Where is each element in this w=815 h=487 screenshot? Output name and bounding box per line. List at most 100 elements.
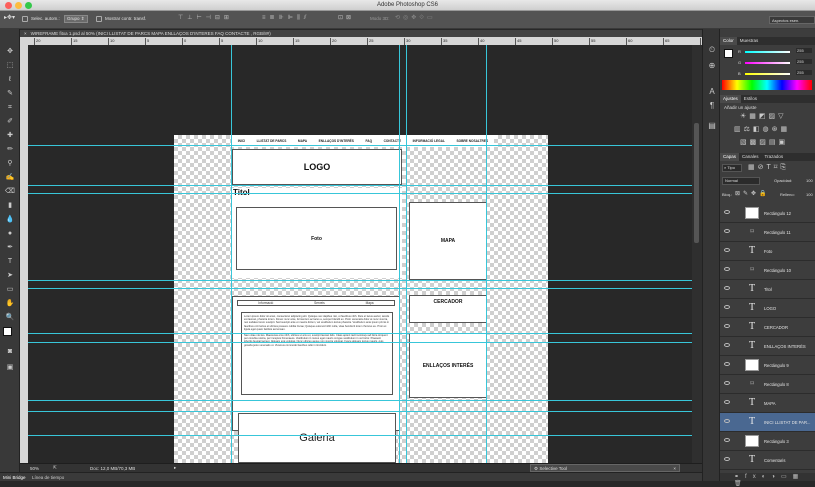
- status-menu-arrow-icon[interactable]: ▸: [174, 465, 176, 471]
- healing-brush-tool-icon[interactable]: ✚: [4, 131, 16, 140]
- dodge-tool-icon[interactable]: ●: [4, 229, 16, 238]
- foreground-color-swatch[interactable]: [3, 327, 12, 336]
- layer-row[interactable]: Rectángulo 3: [720, 432, 815, 451]
- canvas-area[interactable]: INICI LLISTAT DE PARCS MAPA ENLLAÇOS D'INTE…: [28, 45, 692, 463]
- adjustment-icons-row-3[interactable]: ▧▩▨▤▣: [740, 138, 788, 146]
- tab-adjustments[interactable]: Ajustes: [720, 95, 741, 103]
- brush-tool-icon[interactable]: ✏: [4, 145, 16, 154]
- history-panel-icon[interactable]: ⏲: [706, 45, 718, 54]
- color-g-value[interactable]: 255: [796, 59, 812, 64]
- hand-tool-icon[interactable]: ✋: [4, 299, 16, 308]
- layer-visibility-eye-icon[interactable]: [724, 286, 730, 290]
- color-foreground-swatch[interactable]: [724, 49, 733, 58]
- tab-paths[interactable]: Trazados: [762, 153, 787, 161]
- layer-name[interactable]: MAPA: [764, 401, 776, 406]
- layer-row[interactable]: T MAPA: [720, 394, 815, 413]
- type-tool-icon[interactable]: T: [4, 257, 16, 266]
- blend-mode-dropdown[interactable]: Normal: [722, 177, 760, 185]
- layer-row[interactable]: Rectángulo 12: [720, 204, 815, 223]
- guide-horizontal[interactable]: [28, 342, 692, 343]
- crop-tool-icon[interactable]: ⌗: [4, 103, 16, 112]
- gradient-tool-icon[interactable]: ▮: [4, 201, 16, 210]
- guide-horizontal[interactable]: [28, 400, 692, 401]
- eraser-tool-icon[interactable]: ⌫: [4, 187, 16, 196]
- guide-horizontal[interactable]: [28, 435, 692, 436]
- guide-horizontal[interactable]: [28, 280, 692, 281]
- color-r-slider[interactable]: [745, 51, 790, 53]
- layer-row[interactable]: T LOGO: [720, 299, 815, 318]
- adjustment-icons-row-2[interactable]: ▥⚖◧◍⊛▦: [734, 125, 790, 133]
- layer-visibility-eye-icon[interactable]: [724, 267, 730, 271]
- guide-horizontal[interactable]: [28, 288, 692, 289]
- actions-panel-icon[interactable]: ⊕: [706, 61, 718, 70]
- layer-name[interactable]: CERCADOR: [764, 325, 788, 330]
- layer-name[interactable]: Rectángulo 11: [764, 230, 791, 235]
- guide-horizontal[interactable]: [28, 411, 692, 412]
- layer-visibility-eye-icon[interactable]: [724, 210, 730, 214]
- scroll-thumb[interactable]: [694, 123, 699, 243]
- guide-horizontal[interactable]: [28, 333, 692, 334]
- move-tool-preset-icon[interactable]: ▸✥▾: [4, 14, 15, 21]
- layer-name[interactable]: LOGO: [764, 306, 776, 311]
- layer-name[interactable]: Foto: [764, 249, 772, 254]
- layer-visibility-eye-icon[interactable]: [724, 400, 730, 404]
- auto-select-checkbox[interactable]: [22, 16, 28, 22]
- zoom-level[interactable]: 50%: [30, 466, 39, 471]
- layer-name[interactable]: Rectángulo 10: [764, 268, 791, 273]
- layer-name[interactable]: Rectángulo 3: [764, 439, 789, 444]
- color-g-slider[interactable]: [745, 62, 790, 64]
- color-b-slider[interactable]: [745, 73, 790, 75]
- color-b-value[interactable]: 255: [796, 70, 812, 75]
- character-panel-icon[interactable]: A: [706, 87, 718, 96]
- rectangle-tool-icon[interactable]: ▭: [4, 285, 16, 294]
- workspace-dropdown[interactable]: Aspectos esen.: [769, 16, 815, 24]
- layer-visibility-eye-icon[interactable]: [724, 438, 730, 442]
- layer-visibility-eye-icon[interactable]: [724, 229, 730, 233]
- move-tool-icon[interactable]: ✥: [4, 47, 16, 56]
- tab-swatches[interactable]: Muestras: [737, 37, 762, 45]
- opacity-value[interactable]: 100: [806, 178, 813, 183]
- layer-row[interactable]: ⌑ Rectángulo 8: [720, 375, 815, 394]
- tab-styles[interactable]: Estilos: [741, 95, 760, 103]
- 3d-tools-icon[interactable]: ⟲◎✥⟐▭: [395, 14, 436, 22]
- layer-name[interactable]: Rectángulo 9: [764, 363, 789, 368]
- selective-tool-panel[interactable]: ⚙ Selective Tool ×: [530, 464, 680, 472]
- layer-visibility-eye-icon[interactable]: [724, 381, 730, 385]
- layer-visibility-eye-icon[interactable]: [724, 324, 730, 328]
- vertical-ruler[interactable]: [20, 45, 28, 463]
- layer-name[interactable]: Rectángulo 12: [764, 211, 791, 216]
- quick-mask-icon[interactable]: ◙: [4, 347, 16, 356]
- auto-align-icon[interactable]: ⊡⊠: [338, 14, 354, 21]
- layer-visibility-eye-icon[interactable]: [724, 419, 730, 423]
- history-brush-tool-icon[interactable]: ✍: [4, 173, 16, 182]
- layer-row[interactable]: T Foto: [720, 242, 815, 261]
- tab-mini-bridge[interactable]: Mini Bridge: [3, 475, 26, 480]
- layer-row[interactable]: ⌑ Rectángulo 11: [720, 223, 815, 242]
- paragraph-panel-icon[interactable]: ¶: [706, 101, 718, 110]
- layer-row[interactable]: Rectángulo 9: [720, 356, 815, 375]
- path-selection-tool-icon[interactable]: ➤: [4, 271, 16, 280]
- layer-visibility-eye-icon[interactable]: [724, 343, 730, 347]
- tab-layers[interactable]: Capas: [720, 153, 740, 161]
- export-icon[interactable]: ⇱: [53, 465, 57, 471]
- color-spectrum[interactable]: [722, 80, 812, 90]
- layer-row[interactable]: T CERCADOR: [720, 318, 815, 337]
- layer-name[interactable]: ENLLAÇOS INTERÉS: [764, 344, 806, 349]
- guide-horizontal[interactable]: [28, 185, 692, 186]
- layers-bottom-bar-icons[interactable]: ⚭fx◐◑▭▦🗑: [720, 473, 815, 487]
- layer-filter-dropdown[interactable]: ⌕ Tipo: [722, 164, 742, 172]
- zoom-tool-icon[interactable]: 🔍: [4, 313, 16, 322]
- tab-channels[interactable]: Canales: [739, 153, 762, 161]
- layer-row[interactable]: T ENLLAÇOS INTERÉS: [720, 337, 815, 356]
- auto-select-dropdown[interactable]: Grupo ⇕: [64, 15, 88, 23]
- pen-tool-icon[interactable]: ✒: [4, 243, 16, 252]
- quick-selection-tool-icon[interactable]: ✎: [4, 89, 16, 98]
- marquee-tool-icon[interactable]: ⬚: [4, 61, 16, 70]
- layer-name[interactable]: Titol: [764, 287, 772, 292]
- document-tab[interactable]: × WIREFRAME fitxa 1.psd al 50% (INICI LLI…: [20, 30, 702, 37]
- distribute-buttons-icon[interactable]: ≡≣⊪⊫⫼⫽: [262, 14, 310, 22]
- lasso-tool-icon[interactable]: ℓ: [4, 75, 16, 84]
- layer-visibility-eye-icon[interactable]: [724, 362, 730, 366]
- tab-timeline[interactable]: Línea de tiempo: [32, 475, 64, 480]
- layer-filter-icons[interactable]: ▦⊘T⌑⎘: [748, 163, 789, 172]
